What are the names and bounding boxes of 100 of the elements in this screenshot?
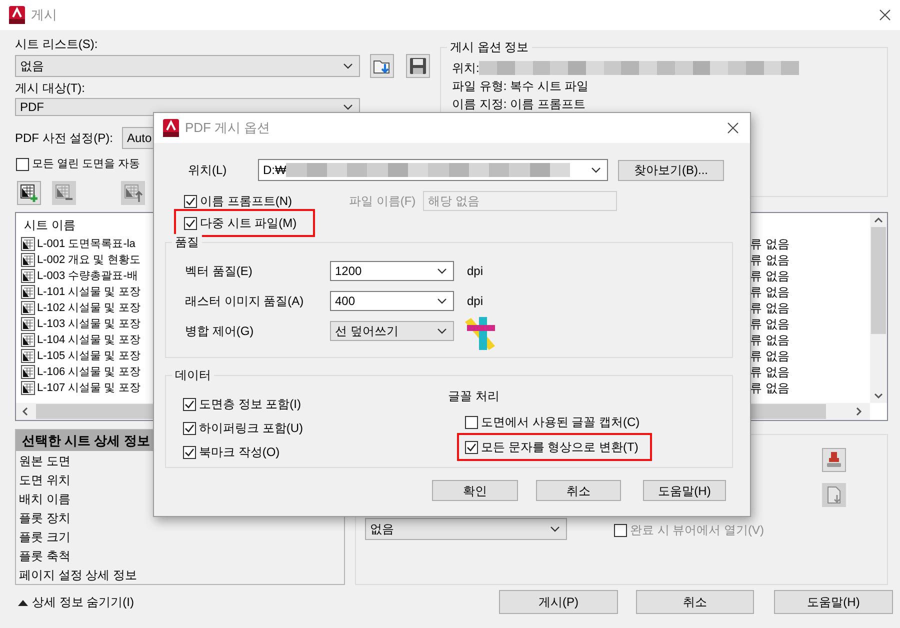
field-label: 시트 리스트(S): (15, 36, 99, 52)
checkbox-label: 모든 문자를 형상으로 변환(T) (481, 439, 638, 455)
sheet-status: 류 없음 (750, 300, 790, 316)
checkbox-label: 북마크 작성(O) (199, 444, 280, 460)
move-up-icon (123, 183, 143, 203)
scroll-right-icon[interactable] (856, 407, 862, 416)
sheet-status: 류 없음 (750, 316, 790, 332)
dropdown[interactable]: 없음 (365, 518, 567, 540)
sheet-icon (21, 333, 35, 347)
field-label: 래스터 이미지 품질(A) (184, 293, 305, 309)
sheet-name: L-001 도면목록표-la (37, 237, 136, 252)
sheet-name: L-105 시설물 및 포장 (37, 349, 140, 364)
triangle-up-icon[interactable] (18, 598, 28, 606)
chevron-icon (437, 268, 447, 274)
checkbox[interactable] (465, 440, 478, 454)
detail-item: 배치 이름 (19, 490, 70, 506)
field-label: 게시 대상(T): (15, 80, 86, 96)
sheet-icon (21, 269, 35, 283)
dialog-button[interactable]: 게시(P) (499, 590, 618, 614)
toolbar-button[interactable] (17, 181, 41, 205)
field-label: 벡터 품질(E) (184, 263, 254, 279)
detail-item: 도면 위치 (19, 472, 70, 488)
add-sheet-icon (19, 183, 39, 203)
group-title: 게시 옵션 정보 (447, 39, 532, 55)
detail-item: 플롯 크기 (19, 528, 70, 544)
remove-sheet-icon (54, 183, 74, 203)
column-header: 시트 이름 (24, 218, 76, 232)
checkbox-label: 도면에서 사용된 글꼴 캡처(C) (481, 414, 640, 430)
app-logo-icon (9, 6, 25, 24)
info-line: 이름 지정: 이름 프롬프트 (452, 96, 586, 113)
sheet-name: L-002 개요 및 현황도 (37, 253, 140, 268)
scrollbar[interactable] (870, 213, 887, 403)
dialog-button[interactable]: 도움말(H) (643, 480, 726, 501)
sheet-icon (21, 285, 35, 299)
checkbox[interactable] (183, 422, 196, 434)
field-label: PDF 사전 설정(P): (15, 130, 114, 146)
sheet-icon (21, 381, 35, 395)
details-header: 선택한 시트 상세 정보 (22, 432, 150, 448)
path-combobox[interactable]: D:₩ (258, 159, 608, 181)
checkbox[interactable] (184, 194, 197, 208)
close-icon[interactable] (727, 122, 739, 134)
sheet-name: L-003 수량총괄표-배 (37, 269, 138, 284)
sheet-status: 류 없음 (750, 332, 790, 348)
sheet-icon (21, 317, 35, 331)
sheet-name: L-104 시설물 및 포장 (37, 333, 140, 348)
checkbox[interactable] (614, 524, 627, 536)
sheet-name: L-106 시설물 및 포장 (37, 365, 140, 380)
browse-button[interactable]: 찾아보기(B)... (618, 160, 724, 180)
info-line: 파일 유형: 복수 시트 파일 (452, 78, 590, 95)
sheet-icon (21, 301, 35, 315)
checkbox-label: 모든 열린 도면을 자동 (32, 157, 140, 172)
info-line: 위치: (452, 60, 480, 76)
chevron-icon (437, 298, 447, 304)
field-label: 파일 이름(F) (349, 193, 417, 209)
checkbox[interactable] (16, 158, 29, 170)
save-icon (409, 57, 427, 75)
merge-control-icon (463, 316, 497, 350)
chevron-icon (591, 167, 601, 173)
dialog-button[interactable]: 확인 (432, 480, 518, 501)
load-list-button[interactable] (370, 54, 394, 78)
toggle-details-link[interactable]: 상세 정보 숨기기(I) (18, 594, 134, 610)
scrollbar-thumb[interactable] (871, 227, 886, 334)
chevron-icon (437, 328, 447, 334)
sheet-status: 류 없음 (750, 252, 790, 268)
chevron-icon (550, 526, 560, 532)
stamp-button[interactable] (822, 448, 846, 472)
detail-item: 플롯 장치 (19, 510, 70, 526)
sheet-status: 류 없음 (750, 348, 790, 364)
dialog-button[interactable]: 취소 (636, 590, 754, 614)
dropdown[interactable]: 없음 (15, 55, 360, 77)
dropdown[interactable]: 선 덮어쓰기 (330, 321, 454, 341)
checkbox[interactable] (183, 398, 196, 410)
page-button[interactable] (822, 483, 846, 507)
checkbox-label: 하이퍼링크 포함(U) (199, 420, 303, 436)
close-icon[interactable] (879, 9, 891, 21)
unit-label: dpi (467, 263, 484, 279)
checkbox-label: 이름 프롬프트(N) (200, 193, 292, 209)
detail-item: 원본 도면 (19, 452, 70, 468)
dialog-button[interactable]: 도움말(H) (774, 590, 893, 614)
dropdown[interactable]: 400 (330, 291, 454, 311)
checkbox[interactable] (183, 446, 196, 458)
dialog-button[interactable]: 취소 (536, 480, 621, 501)
sheet-name: L-107 시설물 및 포장 (37, 381, 140, 396)
save-list-button[interactable] (406, 54, 430, 78)
sheet-status: 류 없음 (750, 236, 790, 252)
group-subtitle: 글꼴 처리 (448, 388, 500, 404)
scroll-up-icon[interactable] (874, 217, 883, 223)
dropdown[interactable]: 1200 (330, 261, 454, 281)
scroll-left-icon[interactable] (22, 407, 28, 416)
checkbox-label: 도면층 정보 포함(I) (199, 396, 301, 412)
stamp-icon (825, 451, 843, 469)
checkbox[interactable] (184, 216, 197, 230)
sheet-icon (21, 349, 35, 363)
sheet-status: 류 없음 (750, 268, 790, 284)
checkbox[interactable] (465, 416, 478, 428)
scroll-down-icon[interactable] (874, 393, 883, 399)
checkbox-label: 완료 시 뷰어에서 열기(V) (630, 522, 764, 538)
chevron-icon (343, 63, 353, 69)
detail-item: 페이지 설정 상세 정보 (19, 566, 138, 582)
window-title: 게시 (31, 7, 57, 23)
